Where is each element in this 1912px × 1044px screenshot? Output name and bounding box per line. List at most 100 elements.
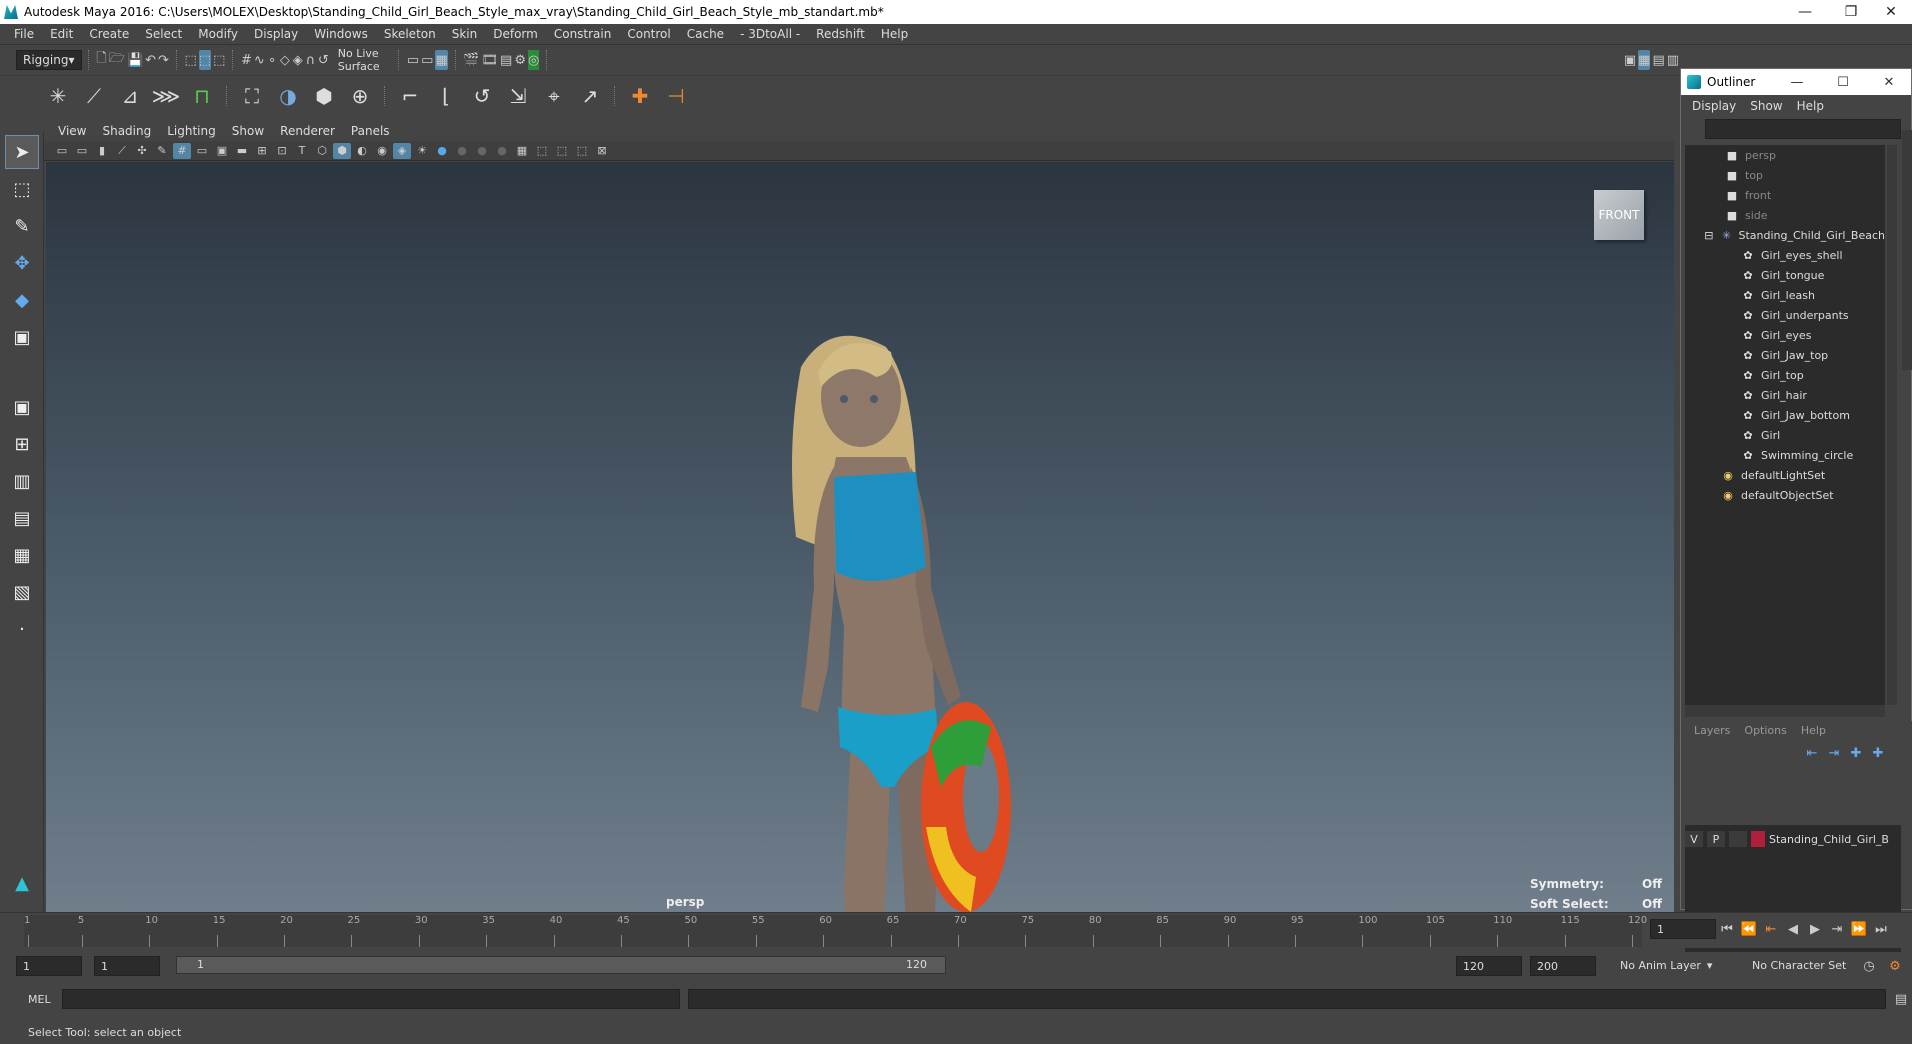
live-surface-label[interactable]: No Live Surface: [330, 47, 393, 73]
step-forward-frame-icon[interactable]: ⇥: [1827, 919, 1847, 939]
layer-row[interactable]: V P Standing_Child_Girl_B: [1685, 829, 1901, 849]
list-item[interactable]: ■ top: [1685, 165, 1885, 185]
layer-menu-help[interactable]: Help: [1794, 724, 1833, 737]
menu-redshift[interactable]: Redshift: [808, 27, 873, 41]
vp-menu-lighting[interactable]: Lighting: [159, 124, 224, 138]
list-item[interactable]: ■ side: [1685, 205, 1885, 225]
redo-icon[interactable]: ↷: [158, 50, 169, 70]
motion-blur-icon[interactable]: ●: [453, 143, 471, 159]
magnet-icon[interactable]: ∩: [305, 50, 316, 70]
select-component-icon[interactable]: ⬚: [213, 50, 225, 70]
preferences-icon[interactable]: ⚙: [1885, 956, 1905, 976]
time-slider[interactable]: 1 5 10 15 20 25 30 35 40 45 50 55 60 65 70 75 80 85 90 95 10…: [0, 912, 1912, 948]
ik-handle-icon[interactable]: ⟋: [78, 80, 110, 112]
menu-select[interactable]: Select: [137, 27, 190, 41]
playback-end-field[interactable]: 120: [1456, 956, 1522, 976]
render-view-icon[interactable]: 🎬: [463, 50, 479, 70]
snap-curve-icon[interactable]: ∿: [254, 50, 265, 70]
cmd-language-label[interactable]: MEL: [28, 993, 51, 1006]
menu-skeleton[interactable]: Skeleton: [376, 27, 444, 41]
move-layer-up-icon[interactable]: ⇤: [1802, 743, 1822, 763]
end-time-field[interactable]: 200: [1530, 956, 1596, 976]
start-time-field[interactable]: 1: [16, 956, 82, 976]
tool-settings-icon[interactable]: ▤: [1652, 50, 1664, 70]
rotate-tool-icon[interactable]: ◆: [5, 283, 39, 317]
menu-file[interactable]: File: [6, 27, 42, 41]
new-scene-icon[interactable]: 🗋: [96, 50, 107, 70]
vp-menu-view[interactable]: View: [50, 124, 94, 138]
timeline-ruler[interactable]: 1 5 10 15 20 25 30 35 40 45 50 55 60 65 70 75 80 85 90 95 10…: [24, 915, 1647, 947]
step-forward-key-icon[interactable]: ⏩: [1849, 919, 1869, 939]
outliner-menu-display[interactable]: Display: [1685, 99, 1743, 113]
shadows-icon[interactable]: ☀: [413, 143, 431, 159]
side-tabs-attribute-channel[interactable]: [1902, 130, 1912, 370]
anti-alias-icon[interactable]: ●: [473, 143, 491, 159]
hypershade-layout-icon[interactable]: ▧: [5, 575, 39, 609]
input-ops-icon[interactable]: ▭: [407, 50, 419, 70]
list-item[interactable]: ✿ Girl_top: [1685, 365, 1885, 385]
menu-cache[interactable]: Cache: [679, 27, 732, 41]
lasso-tool-icon[interactable]: ⬚: [5, 172, 39, 206]
list-item[interactable]: ✿ Girl_underpants: [1685, 305, 1885, 325]
render-settings-icon[interactable]: ⚙: [514, 50, 526, 70]
aim-constraint-icon[interactable]: ⌖: [538, 80, 570, 112]
wire-on-shaded-icon[interactable]: ◐: [353, 143, 371, 159]
ik-spline-icon[interactable]: ⊿: [114, 80, 146, 112]
more-layouts-icon[interactable]: ·: [5, 612, 39, 646]
list-item[interactable]: ■ front: [1685, 185, 1885, 205]
gamma-icon[interactable]: ⊠: [593, 143, 611, 159]
persp-outliner-icon[interactable]: ▤: [5, 501, 39, 535]
command-input[interactable]: [62, 989, 680, 1009]
close-icon[interactable]: ✕: [1868, 0, 1912, 24]
outliner-hscrollbar[interactable]: [1685, 705, 1885, 717]
select-tool-icon[interactable]: ➤: [5, 135, 39, 169]
2d-pan-icon[interactable]: ✣: [133, 143, 151, 159]
image-plane-icon[interactable]: ⟋: [113, 143, 131, 159]
construction-history-icon[interactable]: ▦: [435, 50, 448, 70]
pole-vector-icon[interactable]: ↗: [574, 80, 606, 112]
layer-color-swatch[interactable]: [1751, 831, 1765, 847]
two-view-icon[interactable]: ▥: [5, 464, 39, 498]
xray-active-icon[interactable]: ⬚: [573, 143, 591, 159]
new-layer-icon[interactable]: ✚: [1846, 743, 1866, 763]
grid-icon[interactable]: #: [173, 142, 191, 159]
camera-icon[interactable]: ▭: [53, 143, 71, 159]
lattice-icon[interactable]: ⬢: [308, 80, 340, 112]
history-icon[interactable]: ↺: [318, 50, 329, 70]
camera-attr-icon[interactable]: ▭: [73, 143, 91, 159]
gate-mask-icon[interactable]: ▬: [233, 143, 251, 159]
point-constraint-icon[interactable]: ⌊: [430, 80, 462, 112]
open-scene-icon[interactable]: 🗁: [109, 50, 125, 70]
hypershade-icon[interactable]: ◎: [527, 50, 540, 70]
list-item[interactable]: ⊟ ✳ Standing_Child_Girl_Beach: [1685, 225, 1885, 245]
list-item[interactable]: ■ persp: [1685, 145, 1885, 165]
menu-display[interactable]: Display: [246, 27, 306, 41]
joint-tool-icon[interactable]: ✳: [42, 80, 74, 112]
scale-constraint-icon[interactable]: ⇲: [502, 80, 534, 112]
current-frame-field[interactable]: 1: [1650, 919, 1716, 939]
move-layer-down-icon[interactable]: ⇥: [1824, 743, 1844, 763]
list-item[interactable]: ◉ defaultLightSet: [1685, 465, 1885, 485]
isolate-icon[interactable]: ▦: [513, 143, 531, 159]
layer-visibility-toggle[interactable]: V: [1685, 831, 1703, 847]
vp-menu-panels[interactable]: Panels: [343, 124, 398, 138]
select-hierarchy-icon[interactable]: ⬚: [185, 50, 197, 70]
snap-surface-icon[interactable]: ◈: [292, 50, 303, 70]
minimize-icon[interactable]: —: [1782, 0, 1828, 24]
bookmark-icon[interactable]: ▮: [93, 143, 111, 159]
wireframe-icon[interactable]: ⬡: [313, 143, 331, 159]
layer-menu-layers[interactable]: Layers: [1687, 724, 1737, 737]
menu-control[interactable]: Control: [619, 27, 678, 41]
layer-menu-options[interactable]: Options: [1737, 724, 1793, 737]
list-item[interactable]: ✿ Girl_Jaw_top: [1685, 345, 1885, 365]
anim-layer-dropdown[interactable]: No Anim Layer ▾: [1620, 959, 1712, 972]
outliner-menu-help[interactable]: Help: [1790, 99, 1831, 113]
list-item[interactable]: ✿ Swimming_circle: [1685, 445, 1885, 465]
girl-model[interactable]: [726, 327, 1076, 912]
persp-graph-icon[interactable]: ▦: [5, 538, 39, 572]
viewport-persp[interactable]: y→x persp Symmetry: Off Soft Select: Off: [46, 162, 1674, 912]
collapse-icon[interactable]: ⊟: [1703, 229, 1715, 242]
output-ops-icon[interactable]: ▭: [421, 50, 433, 70]
list-item[interactable]: ✿ Girl_tongue: [1685, 265, 1885, 285]
select-object-icon[interactable]: ⬚: [198, 50, 212, 70]
